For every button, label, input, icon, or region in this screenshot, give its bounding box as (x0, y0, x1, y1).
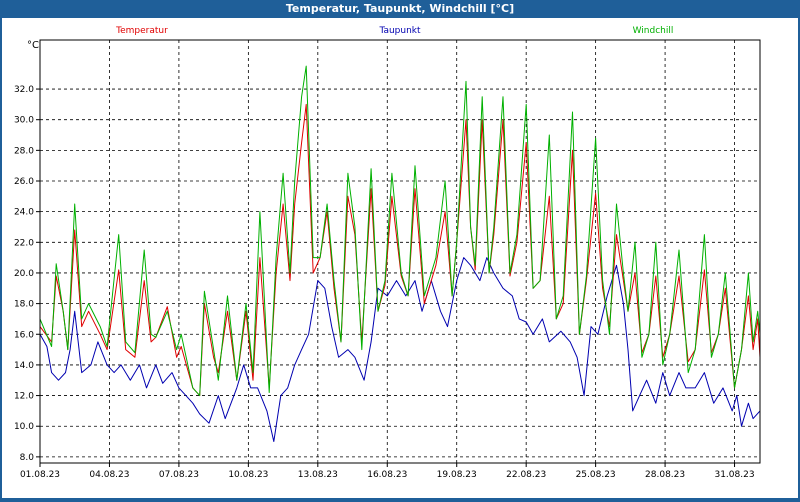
x-tick-label: 28.08.23 (645, 470, 685, 480)
x-tick-label: 04.08.23 (89, 470, 129, 480)
y-tick-label: 32.0 (14, 85, 34, 95)
chart-canvas: Temperatur Taupunkt Windchill 8.0 10.0 12.0 1… (2, 18, 798, 498)
y-tick-label: 22.0 (14, 238, 34, 248)
y-axis-label: °C (27, 40, 39, 51)
series-line-temperatur (39, 103, 761, 397)
x-tick-label: 16.08.23 (367, 470, 407, 480)
chart-window: Temperatur, Taupunkt, Windchill [°C] Tem… (0, 0, 800, 500)
x-tick-label: 01.08.23 (20, 470, 60, 480)
y-tick-label: 28.0 (14, 146, 34, 156)
y-tick-label: 8.0 (20, 453, 35, 463)
series-line-taupunkt (39, 257, 761, 442)
y-tick-label: 16.0 (14, 330, 34, 340)
y-tick-label: 10.0 (14, 422, 34, 432)
window-title: Temperatur, Taupunkt, Windchill [°C] (285, 2, 515, 15)
x-tick-label: 19.08.23 (437, 470, 477, 480)
chart-series (39, 65, 761, 442)
series-line-windchill (39, 65, 761, 397)
x-tick-label: 22.08.23 (506, 470, 546, 480)
chart-grid (39, 40, 760, 463)
y-tick-label: 14.0 (14, 361, 34, 371)
x-tick-label: 07.08.23 (159, 470, 199, 480)
x-tick-label: 31.08.23 (714, 470, 754, 480)
legend-entry-windchill: Windchill (633, 26, 674, 36)
y-tick-label: 20.0 (14, 269, 34, 279)
line-chart: Temperatur Taupunkt Windchill 8.0 10.0 12.0 1… (14, 26, 761, 480)
x-tick-label: 13.08.23 (298, 470, 338, 480)
y-tick-label: 26.0 (14, 177, 34, 187)
legend-entry-taupunkt: Taupunkt (378, 26, 421, 36)
y-tick-label: 18.0 (14, 300, 34, 310)
plot-frame (39, 39, 761, 464)
y-tick-label: 24.0 (14, 208, 34, 218)
y-tick-label: 12.0 (14, 392, 34, 402)
y-tick-label: 30.0 (14, 116, 34, 126)
legend-entry-temperatur: Temperatur (115, 26, 168, 36)
x-tick-label: 10.08.23 (228, 470, 268, 480)
chart-legend: Temperatur Taupunkt Windchill (115, 26, 673, 36)
x-tick-label: 25.08.23 (576, 470, 616, 480)
